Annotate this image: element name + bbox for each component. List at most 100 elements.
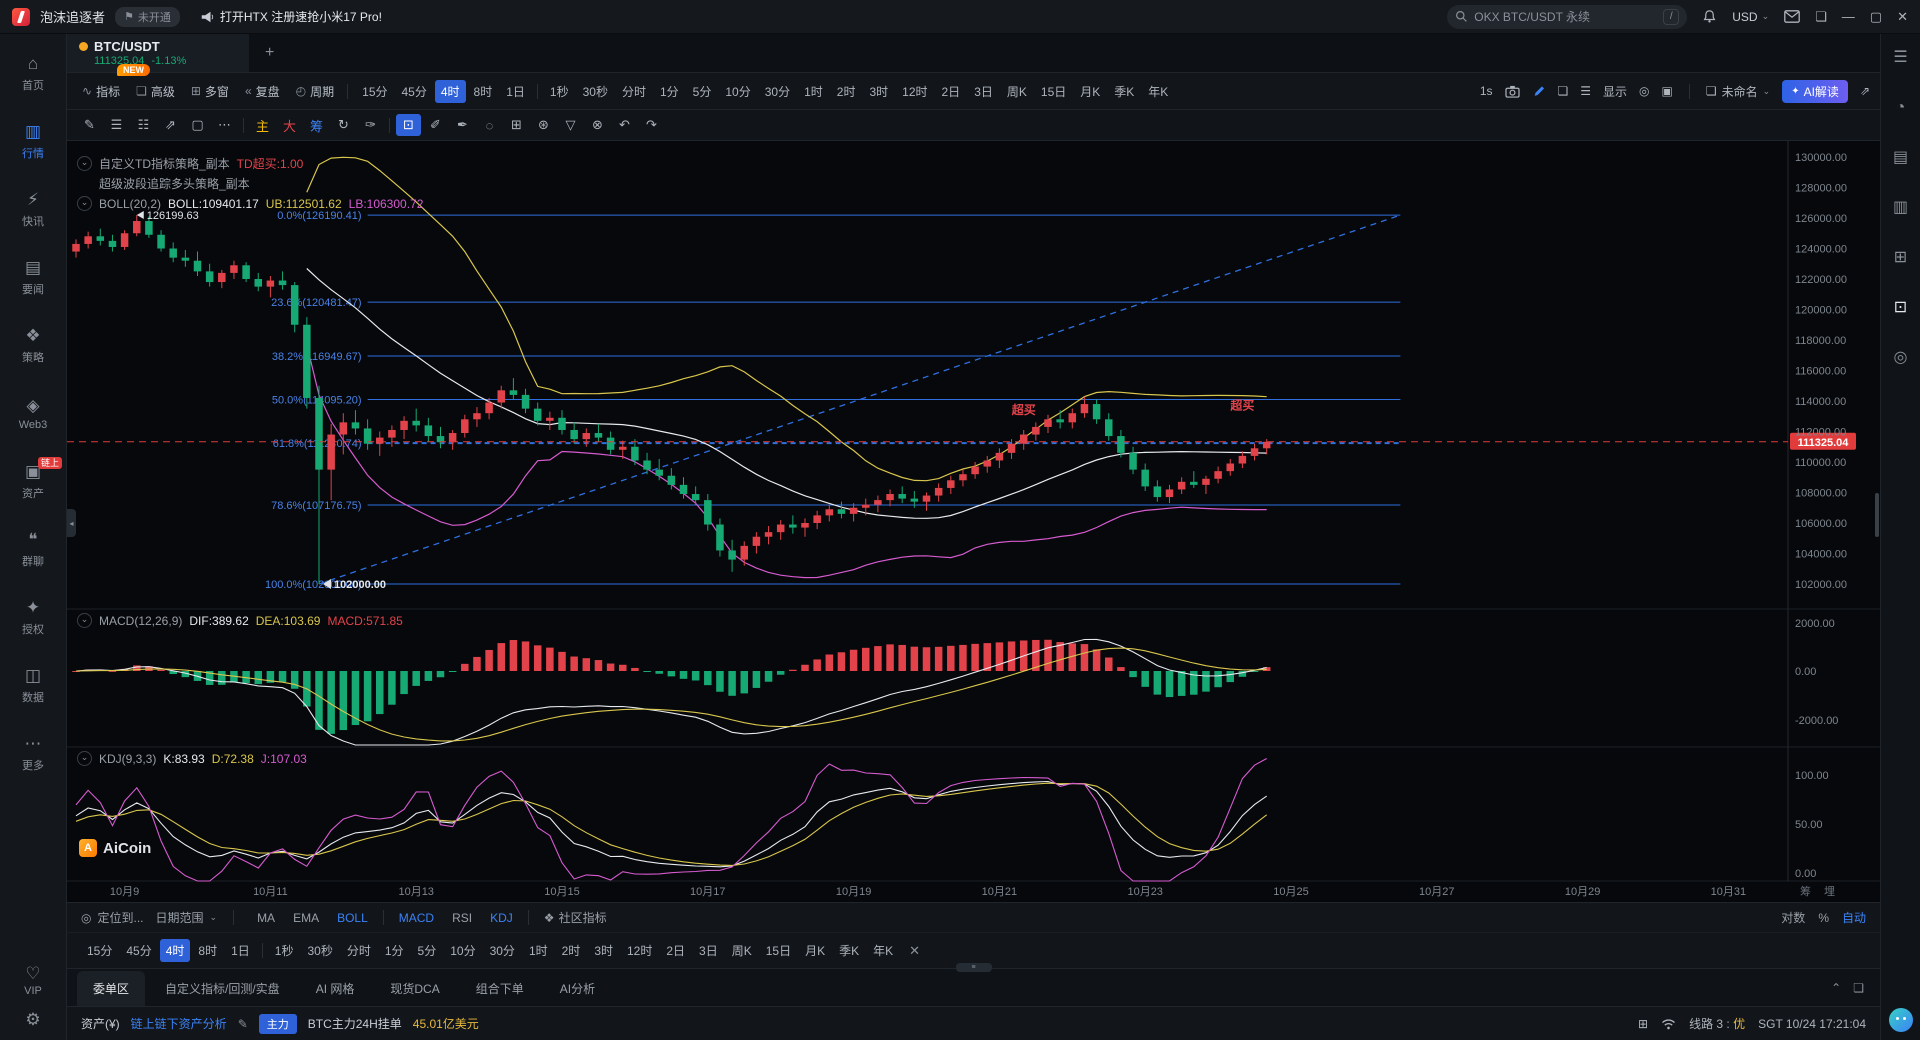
timeframe-button[interactable]: 1秒 (544, 80, 575, 103)
timeframe-button[interactable]: 1日 (500, 80, 531, 103)
timeframe-button[interactable]: 12时 (621, 939, 658, 962)
timeframe-button[interactable]: 2时 (831, 80, 862, 103)
toolbar-button[interactable]: ⊞ 多窗 (186, 80, 234, 103)
timeframe-button[interactable]: 2日 (936, 80, 967, 103)
redo-button[interactable]: ↷ (639, 114, 664, 136)
timeframe-button[interactable]: 5分 (412, 939, 443, 962)
trade-panel-icon[interactable]: ⊡ (1894, 300, 1907, 316)
collapse-chevron-icon[interactable] (77, 156, 92, 171)
indicator-toggle[interactable]: EMA (286, 909, 326, 927)
replay-speed[interactable]: 1s (1480, 84, 1493, 98)
layout-panel-icon[interactable]: ⊞ (1894, 250, 1907, 266)
timeframe-button[interactable]: 分时 (616, 80, 652, 103)
timeframe-button[interactable]: 1时 (523, 939, 554, 962)
network-line-status[interactable]: 线路 3 : 优 (1689, 1015, 1745, 1032)
timeframe-button[interactable]: 1时 (798, 80, 829, 103)
sidebar-collapse-handle[interactable] (67, 509, 76, 537)
indicator-toggle[interactable]: KDJ (483, 909, 520, 927)
sidebar-item[interactable]: ⋯ 更多 (0, 720, 66, 788)
timeframe-button[interactable]: 3时 (588, 939, 619, 962)
pencil-tool[interactable]: ✎ (77, 114, 102, 136)
timeframe-button[interactable]: 8时 (192, 939, 223, 962)
timeframe-button[interactable]: 周K (1001, 80, 1033, 103)
display-dot-icon[interactable]: ◎ (1639, 84, 1649, 98)
price-chart[interactable]: 0.0%(126190.41)23.6%(120481.47)38.2%(116… (67, 141, 1880, 902)
indicator-toggle[interactable]: MA (250, 909, 282, 927)
timeframe-button[interactable]: 1分 (379, 939, 410, 962)
sidebar-item[interactable]: ❝ 群聊 (0, 516, 66, 584)
timeframe-button[interactable]: 15日 (760, 939, 797, 962)
magnet-tool[interactable]: ◌ (477, 114, 502, 136)
sidebar-item[interactable]: ✦ 授权 (0, 584, 66, 652)
cursor-select-tool[interactable]: ⊡ (396, 114, 421, 136)
arrow-line-tool[interactable]: ⇗ (158, 114, 183, 136)
toolbar-button[interactable]: ❏ 高级 (131, 80, 180, 103)
display-button[interactable]: 显示 (1603, 83, 1627, 100)
timeframe-button[interactable]: 季K (1108, 80, 1140, 103)
percent-scale-toggle[interactable]: % (1818, 911, 1829, 925)
app-logo-icon[interactable] (12, 8, 30, 26)
line-tools[interactable]: ☰ (104, 114, 129, 136)
timeframe-button[interactable]: 2日 (660, 939, 691, 962)
tab-btc-usdt[interactable]: BTC/USDT 111325.04-1.13% (67, 34, 249, 72)
onchain-assets-link[interactable]: 链上链下资产分析 (131, 1015, 227, 1032)
sidebar-item[interactable]: ❖ 策略 (0, 312, 66, 380)
timeframe-button[interactable]: 8时 (468, 80, 499, 103)
timeframe-button[interactable]: 30分 (759, 80, 796, 103)
pen-tool[interactable]: ✒ (450, 114, 475, 136)
panel-mode-icon[interactable]: ❏ (1853, 981, 1864, 995)
collapse-chevron-icon[interactable] (77, 613, 92, 628)
share-icon[interactable]: ⇗ (1860, 84, 1870, 98)
watchlist-panel-icon[interactable]: ☰ (1893, 50, 1907, 66)
timeframe-button[interactable]: 季K (833, 939, 865, 962)
camera-icon[interactable] (1505, 85, 1520, 98)
timeframe-button[interactable]: 3日 (968, 80, 999, 103)
panel-layout-icon[interactable]: ❏ (1815, 9, 1827, 25)
chart-scrollbar[interactable] (1875, 493, 1879, 537)
sidebar-item[interactable]: ⚡ 快讯 (0, 176, 66, 244)
auto-scale-toggle[interactable]: 自动 (1842, 909, 1866, 926)
indicator-toggle[interactable]: RSI (445, 909, 479, 927)
timeframe-button[interactable]: 12时 (896, 80, 933, 103)
indicator-toggle[interactable]: BOLL (330, 909, 375, 927)
undo-button[interactable]: ↶ (612, 114, 637, 136)
shape-tools[interactable]: ▢ (185, 114, 210, 136)
large-text-button[interactable]: 大 (277, 114, 302, 136)
timeframe-button[interactable]: 2时 (556, 939, 587, 962)
edit-icon[interactable]: ✎ (238, 1017, 248, 1031)
minimize-button[interactable]: — (1842, 9, 1855, 24)
settings-gear-icon[interactable]: ⚙ (25, 1011, 40, 1028)
timeframe-button[interactable]: 15分 (81, 939, 118, 962)
assets-label[interactable]: 资产(¥) (81, 1015, 120, 1032)
close-timeframe-bar-icon[interactable]: ✕ (909, 943, 920, 959)
ai-explain-button[interactable]: AI解读 (1782, 80, 1848, 103)
timeframe-button[interactable]: 30秒 (301, 939, 338, 962)
bell-icon[interactable] (1702, 9, 1717, 24)
timeframe-button[interactable]: 5分 (687, 80, 718, 103)
toolbar-button[interactable]: ◴ 周期 (291, 80, 340, 103)
discover-panel-icon[interactable]: ◎ (1894, 350, 1908, 366)
bottom-tab[interactable]: 现货DCA (374, 971, 455, 1006)
timeframe-button[interactable]: 30分 (484, 939, 521, 962)
chip-distribution-button[interactable]: 筹 (304, 114, 329, 136)
timeframe-button[interactable]: 4时 (160, 939, 191, 962)
delete-tool[interactable]: ⊗ (585, 114, 610, 136)
toolbar-button[interactable]: « 复盘 (240, 80, 285, 103)
timeframe-button[interactable]: 10分 (444, 939, 481, 962)
indicator-toggle[interactable]: ❖ 社区指标 (537, 907, 614, 928)
timeframe-button[interactable]: 周K (726, 939, 758, 962)
timeframe-button[interactable]: 分时 (341, 939, 377, 962)
timeframe-button[interactable]: 10分 (719, 80, 756, 103)
mail-icon[interactable] (1784, 10, 1800, 23)
main-force-badge[interactable]: 主力 (259, 1014, 297, 1034)
main-chart-button[interactable]: 主 (250, 114, 275, 136)
timeframe-button[interactable]: 30秒 (577, 80, 614, 103)
bottom-tab[interactable]: 自定义指标/回测/实盘 (149, 971, 296, 1006)
app-grid-icon[interactable]: ⊞ (1638, 1017, 1648, 1031)
currency-selector[interactable]: USD (1732, 10, 1769, 24)
sidebar-item[interactable]: ▥ 行情 (0, 108, 66, 176)
refresh-tool[interactable]: ↻ (331, 114, 356, 136)
timeframe-button[interactable]: 月K (799, 939, 831, 962)
bottom-tab[interactable]: AI 网格 (300, 971, 371, 1006)
compare-icon[interactable]: ❏ (1558, 84, 1569, 98)
